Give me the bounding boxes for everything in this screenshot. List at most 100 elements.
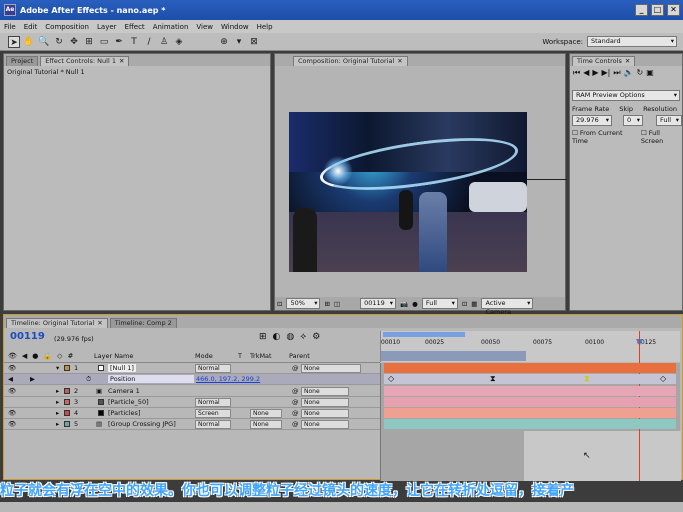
full-screen-checkbox[interactable]: ☐ Full Screen — [641, 129, 682, 145]
parent-dropdown[interactable]: None — [301, 419, 349, 429]
blend-mode-dropdown[interactable]: Normal — [195, 363, 231, 373]
comp-flowchart-icon[interactable]: ⊞ — [259, 332, 267, 342]
show-channel-icon[interactable]: ● — [412, 300, 418, 308]
pen-tool-icon[interactable]: ✒ — [113, 36, 125, 48]
tab-timeline-comp2[interactable]: Timeline: Comp 2 — [109, 318, 177, 328]
layer-name[interactable]: Camera 1 — [108, 387, 140, 395]
play-icon[interactable]: ▶ — [592, 68, 598, 78]
region-of-interest-icon[interactable]: ⊡ — [462, 300, 467, 308]
timeline-timecode[interactable]: 00119 — [10, 331, 45, 342]
safe-margins-icon[interactable]: ◫ — [334, 300, 340, 308]
tab-timeline-original[interactable]: Timeline: Original Tutorial ✕ — [6, 318, 108, 328]
audio-icon[interactable]: 🔊 — [624, 68, 634, 78]
visibility-eye-icon[interactable]: 👁 — [8, 364, 16, 372]
from-current-time-checkbox[interactable]: ☐ From Current Time — [572, 129, 637, 145]
track-matte-dropdown[interactable]: None — [250, 408, 282, 418]
parent-pickwhip-icon[interactable]: @ — [292, 387, 299, 395]
stopwatch-icon[interactable]: ⏱ — [86, 375, 91, 384]
frame-rate-dropdown[interactable]: 29.976 — [572, 115, 612, 126]
axis-mode-icon[interactable]: ⊕ — [218, 36, 230, 48]
menu-composition[interactable]: Composition — [45, 23, 89, 31]
brainstorm-icon[interactable]: ⚙ — [312, 332, 320, 342]
expand-triangle-icon[interactable]: ▸ — [56, 409, 59, 417]
layer-duration-bar[interactable] — [384, 386, 676, 396]
loop-icon[interactable]: ↻ — [637, 68, 644, 78]
view-axis-icon[interactable]: ⊠ — [248, 36, 260, 48]
visibility-eye-icon[interactable]: 👁 — [8, 420, 16, 428]
clone-stamp-tool-icon[interactable]: ♙ — [158, 36, 170, 48]
visibility-eye-icon[interactable]: 👁 — [8, 387, 16, 395]
tab-project[interactable]: Project — [6, 56, 39, 66]
menu-help[interactable]: Help — [257, 23, 273, 31]
workspace-dropdown[interactable]: Standard — [587, 36, 677, 47]
last-frame-icon[interactable]: ⏭ — [613, 68, 620, 78]
menu-edit[interactable]: Edit — [24, 23, 38, 31]
tab-time-controls[interactable]: Time Controls ✕ — [572, 56, 636, 66]
hand-tool-icon[interactable]: ✋ — [23, 36, 35, 48]
close-tab-icon[interactable]: ✕ — [625, 57, 630, 66]
keyframe-nav-right-icon[interactable]: ▶ — [30, 375, 35, 383]
column-t[interactable]: T — [238, 352, 242, 360]
keyframe-icon[interactable]: ◇ — [388, 374, 394, 384]
grid-icon[interactable]: ⊞ — [324, 300, 329, 308]
first-frame-icon[interactable]: ⏮ — [573, 68, 580, 78]
track-matte-dropdown[interactable]: None — [250, 419, 282, 429]
close-button[interactable]: ✕ — [667, 4, 680, 16]
parent-pickwhip-icon[interactable]: @ — [292, 398, 299, 406]
parent-pickwhip-icon[interactable]: @ — [292, 420, 299, 428]
layer-name[interactable]: [Particle_50] — [108, 398, 149, 406]
layer-row-camera1[interactable]: 👁 ▸ 2 ▣ Camera 1 @ None — [4, 386, 380, 397]
layer-row-particle50[interactable]: ▸ 3 [Particle_50] Normal @ None — [4, 397, 380, 408]
expand-triangle-icon[interactable]: ▸ — [56, 420, 59, 428]
keyframe-icon[interactable]: ◇ — [660, 374, 666, 384]
camera-view-dropdown[interactable]: Active Camera — [481, 298, 534, 316]
column-layer-name[interactable]: Layer Name — [94, 352, 133, 360]
close-tab-icon[interactable]: ✕ — [397, 57, 402, 66]
selection-tool-icon[interactable]: ➤ — [8, 35, 20, 48]
draft-3d-icon[interactable]: ◐ — [273, 332, 281, 342]
world-axis-icon[interactable]: ▾ — [233, 36, 245, 48]
column-trkmat[interactable]: TrkMat — [250, 352, 272, 360]
layer-duration-bar[interactable] — [384, 397, 676, 407]
menu-layer[interactable]: Layer — [97, 23, 117, 31]
blend-mode-dropdown[interactable]: Normal — [195, 419, 231, 429]
column-parent[interactable]: Parent — [289, 352, 310, 360]
property-name[interactable]: Position — [108, 375, 194, 383]
expand-triangle-icon[interactable]: ▾ — [56, 364, 59, 372]
parent-pickwhip-icon[interactable]: @ — [292, 364, 299, 372]
tab-effect-controls[interactable]: Effect Controls: Null 1 ✕ — [40, 56, 130, 66]
layer-duration-bar[interactable] — [384, 363, 676, 373]
parent-dropdown[interactable]: None — [301, 397, 349, 407]
column-mode[interactable]: Mode — [195, 352, 213, 360]
close-tab-icon[interactable]: ✕ — [97, 319, 102, 328]
zoom-tool-icon[interactable]: 🔍 — [38, 36, 50, 48]
layer-label-color[interactable] — [64, 410, 70, 416]
graph-editor-icon[interactable]: ⟡ — [300, 332, 306, 342]
visibility-eye-icon[interactable]: 👁 — [8, 409, 16, 417]
expand-triangle-icon[interactable]: ▸ — [56, 387, 59, 395]
work-area-bar[interactable] — [383, 332, 465, 337]
time-ruler[interactable]: 00010 00025 00050 00075 00100 00125 — [380, 331, 680, 362]
resolution-dropdown[interactable]: Full — [421, 298, 458, 309]
pan-behind-tool-icon[interactable]: ⊞ — [83, 36, 95, 48]
preview-options-dropdown[interactable]: RAM Preview Options — [572, 90, 680, 101]
keyframe-nav-left-icon[interactable]: ◀ — [8, 375, 13, 383]
orbit-camera-tool-icon[interactable]: ✥ — [68, 36, 80, 48]
keyframe-icon[interactable]: ⧗ — [490, 374, 496, 384]
layer-name[interactable]: [Particles] — [108, 409, 140, 417]
time-navigator[interactable] — [381, 351, 526, 361]
zoom-dropdown[interactable]: 50% — [286, 298, 321, 309]
layer-row-particles[interactable]: 👁 ▸ 4 [Particles] Screen None @ None — [4, 408, 380, 419]
menu-effect[interactable]: Effect — [125, 23, 145, 31]
menu-view[interactable]: View — [196, 23, 213, 31]
ram-preview-icon[interactable]: ▣ — [646, 68, 654, 78]
skip-dropdown[interactable]: 0 — [623, 115, 643, 126]
maximize-button[interactable]: □ — [651, 4, 664, 16]
brush-tool-icon[interactable]: ∕ — [143, 36, 155, 48]
blend-mode-dropdown[interactable]: Screen — [195, 408, 231, 418]
property-row-position[interactable]: ◀ ▶ ⏱ Position 466.0, 197.2, 299.2 — [4, 374, 380, 385]
parent-dropdown[interactable]: None — [301, 363, 361, 373]
menu-window[interactable]: Window — [221, 23, 249, 31]
expand-triangle-icon[interactable]: ▸ — [56, 398, 59, 406]
minimize-button[interactable]: _ — [635, 4, 648, 16]
